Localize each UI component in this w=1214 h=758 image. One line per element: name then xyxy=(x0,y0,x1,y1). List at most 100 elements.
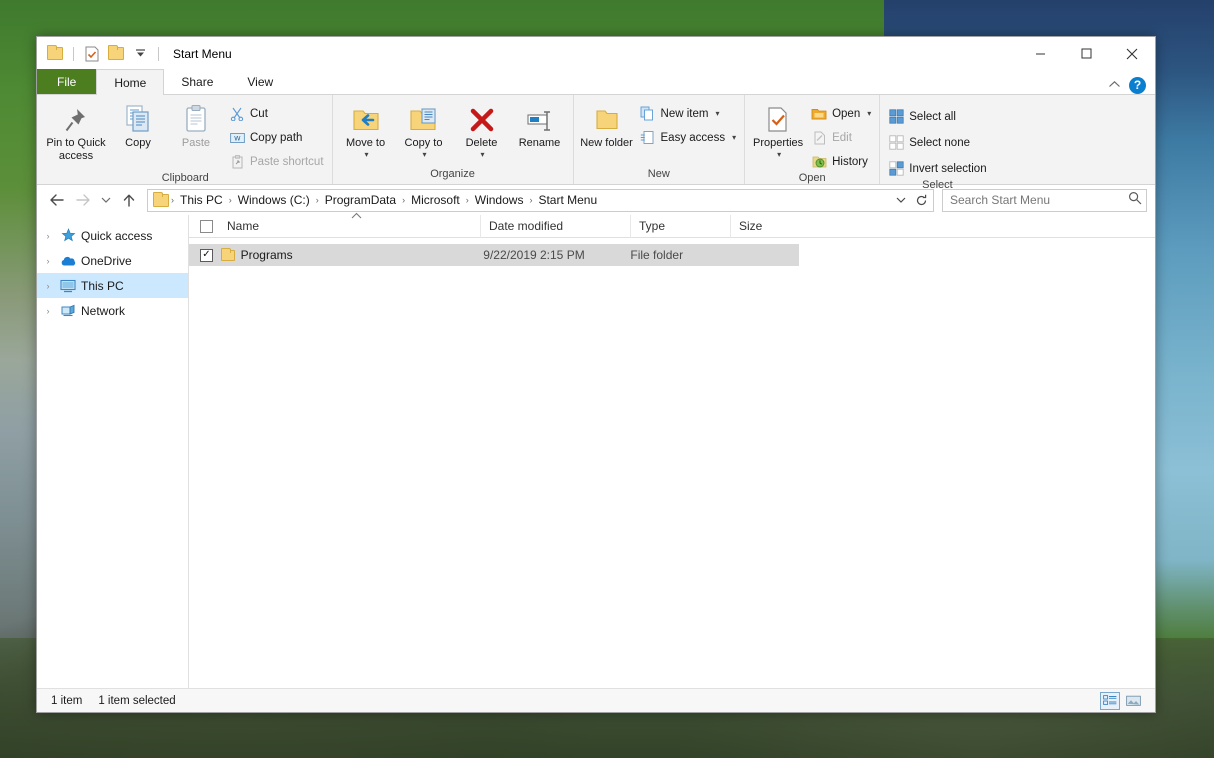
file-list[interactable]: ✓ Programs 9/22/2019 2:15 PM File folder xyxy=(189,238,1155,688)
copy-path-button[interactable]: W Copy path xyxy=(225,127,328,148)
row-checkbox[interactable]: ✓ xyxy=(200,248,213,262)
sort-ascending-icon xyxy=(351,211,362,221)
chevron-down-icon[interactable]: ▾ xyxy=(867,109,871,118)
folder-icon xyxy=(220,247,235,261)
up-button[interactable] xyxy=(117,188,141,212)
column-header-type[interactable]: Type xyxy=(631,214,731,238)
new-folder-icon[interactable] xyxy=(106,44,126,64)
open-button[interactable]: Open ▾ xyxy=(807,103,875,124)
copy-button[interactable]: Copy xyxy=(109,98,167,166)
column-header-name[interactable]: Name xyxy=(219,212,481,238)
breadcrumb-item-windows-c[interactable]: Windows (C:) xyxy=(233,193,315,207)
chevron-down-icon[interactable]: ▾ xyxy=(732,133,736,142)
sidebar-item-label: This PC xyxy=(81,278,124,293)
table-row[interactable]: ✓ Programs 9/22/2019 2:15 PM File folder xyxy=(189,244,799,266)
minimize-button[interactable] xyxy=(1017,37,1063,70)
row-type-cell: File folder xyxy=(630,248,684,262)
collapse-ribbon-icon[interactable] xyxy=(1108,76,1121,94)
search-input[interactable]: Search Start Menu xyxy=(950,193,1128,207)
edit-button[interactable]: Edit xyxy=(807,127,875,148)
maximize-button[interactable] xyxy=(1063,37,1109,70)
back-button[interactable] xyxy=(45,188,69,212)
customize-qat-icon[interactable] xyxy=(130,44,150,64)
chevron-down-icon[interactable]: ▾ xyxy=(777,150,781,159)
ribbon-tab-strip: File Home Share View ? xyxy=(37,69,1155,95)
invert-selection-label: Invert selection xyxy=(909,162,987,175)
chevron-down-icon[interactable]: ▾ xyxy=(481,150,485,159)
properties-button[interactable]: Properties ▾ xyxy=(749,98,807,166)
breadcrumb-item-programdata[interactable]: ProgramData xyxy=(320,193,401,207)
chevron-right-icon[interactable]: › xyxy=(41,281,55,291)
breadcrumb-item-microsoft[interactable]: Microsoft xyxy=(406,193,465,207)
edit-label: Edit xyxy=(832,131,852,144)
tab-file[interactable]: File xyxy=(37,69,97,94)
search-icon[interactable] xyxy=(1128,191,1142,210)
chevron-down-icon[interactable]: ▾ xyxy=(365,150,369,159)
pin-to-quick-access-button[interactable]: Pin to Quick access xyxy=(43,98,109,166)
large-icons-view-button[interactable] xyxy=(1123,692,1143,710)
forward-button[interactable] xyxy=(71,188,95,212)
cut-icon xyxy=(229,106,245,122)
select-none-icon xyxy=(888,135,904,151)
tab-share[interactable]: Share xyxy=(164,69,230,94)
status-bar: 1 item 1 item selected xyxy=(37,688,1155,712)
svg-text:W: W xyxy=(234,134,241,142)
rename-button[interactable]: Rename xyxy=(511,98,569,166)
item-count-label: 1 item xyxy=(51,694,83,707)
history-button[interactable]: History xyxy=(807,151,875,172)
help-icon[interactable]: ? xyxy=(1129,76,1146,94)
details-view-button[interactable] xyxy=(1100,691,1120,710)
cut-button[interactable]: Cut xyxy=(225,103,328,124)
ribbon-group-open: Properties ▾ Open ▾ Edit History Open xyxy=(745,95,881,184)
rename-label: Rename xyxy=(518,137,561,149)
tab-view[interactable]: View xyxy=(230,69,290,94)
ribbon-group-label-organize: Organize xyxy=(430,168,475,180)
new-folder-button[interactable]: New folder xyxy=(578,98,636,166)
network-icon xyxy=(59,303,77,319)
properties-icon[interactable] xyxy=(82,44,102,64)
move-to-icon xyxy=(351,102,381,134)
chevron-right-icon[interactable]: › xyxy=(41,306,55,316)
chevron-right-icon[interactable]: › xyxy=(41,231,55,241)
address-bar[interactable]: › This PC › Windows (C:) › ProgramData ›… xyxy=(147,188,934,212)
chevron-down-icon[interactable]: ▾ xyxy=(423,150,427,159)
row-checkbox-cell[interactable]: ✓ xyxy=(195,244,219,266)
easy-access-button[interactable]: Easy access ▾ xyxy=(636,127,741,148)
ribbon-group-clipboard: Pin to Quick access Copy Paste Cut W Cop… xyxy=(39,95,333,184)
column-header-size[interactable]: Size xyxy=(731,215,811,238)
sidebar-item-network[interactable]: › Network xyxy=(37,298,188,323)
sidebar-item-label: Network xyxy=(81,303,126,318)
select-all-checkbox-header[interactable] xyxy=(195,215,219,238)
chevron-right-icon[interactable]: › xyxy=(41,256,55,266)
paste-button[interactable]: Paste xyxy=(167,98,225,166)
select-none-button[interactable]: Select none xyxy=(884,132,990,153)
select-all-button[interactable]: Select all xyxy=(884,106,990,127)
header-checkbox[interactable] xyxy=(200,219,213,233)
column-header-date-modified[interactable]: Date modified xyxy=(481,214,631,238)
breadcrumb-item-start-menu[interactable]: Start Menu xyxy=(533,193,602,207)
breadcrumb-item-windows[interactable]: Windows xyxy=(470,193,529,207)
chevron-down-icon[interactable]: ▾ xyxy=(715,109,719,118)
paste-label: Paste xyxy=(181,137,211,149)
paste-shortcut-button[interactable]: Paste shortcut xyxy=(225,151,328,172)
move-to-button[interactable]: Move to ▾ xyxy=(337,98,395,166)
tab-home[interactable]: Home xyxy=(96,69,165,95)
new-item-button[interactable]: New item ▾ xyxy=(636,103,741,124)
sidebar-item-quick-access[interactable]: › Quick access xyxy=(37,223,188,248)
close-button[interactable] xyxy=(1109,37,1155,70)
recent-locations-button[interactable] xyxy=(97,188,115,212)
breadcrumb-item-this-pc[interactable]: This PC xyxy=(175,193,228,207)
breadcrumb: › This PC › Windows (C:) › ProgramData ›… xyxy=(170,193,891,207)
sidebar-item-this-pc[interactable]: › This PC xyxy=(37,273,188,298)
pin-icon xyxy=(63,102,89,134)
sidebar-item-onedrive[interactable]: › OneDrive xyxy=(37,248,188,273)
delete-button[interactable]: Delete ▾ xyxy=(453,98,511,166)
new-small-buttons: New item ▾ Easy access ▾ xyxy=(636,98,741,148)
copy-to-button[interactable]: Copy to ▾ xyxy=(395,98,453,166)
cloud-icon xyxy=(59,253,77,269)
invert-selection-button[interactable]: Invert selection xyxy=(884,158,990,179)
edit-icon xyxy=(811,130,827,146)
row-name-cell[interactable]: Programs xyxy=(219,244,476,266)
folder-icon[interactable] xyxy=(45,44,65,64)
row-size-cell xyxy=(720,244,799,266)
